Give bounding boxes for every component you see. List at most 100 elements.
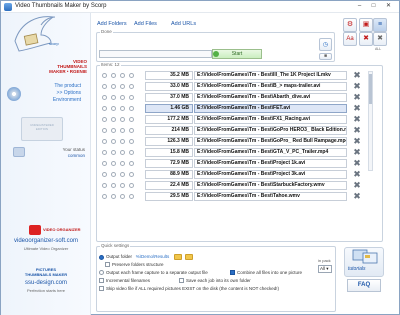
row-option-radio-3[interactable] [120,117,125,122]
output-folder-path[interactable]: %\Demo\Results [136,254,170,259]
remove-item-icon[interactable]: ✖ [352,103,362,113]
row-option-radio-2[interactable] [111,161,116,166]
row-option-radio-1[interactable] [102,183,107,188]
row-option-radio-4[interactable] [129,194,134,199]
stop-icon[interactable]: ■ [319,53,332,60]
row-option-radio-3[interactable] [120,139,125,144]
remove-item-icon[interactable]: ✖ [352,70,362,80]
row-option-radio-2[interactable] [111,106,116,111]
table-row[interactable]: 35.2 MB E:\Video\FromGames\Tm - Best\Ill_… [99,70,365,81]
incremental-checkbox[interactable] [99,278,104,284]
row-option-radio-4[interactable] [129,73,134,78]
maximize-button[interactable]: □ [369,3,378,10]
row-option-radio-3[interactable] [120,95,125,100]
save-own-checkbox[interactable] [179,278,184,284]
row-option-radio-1[interactable] [102,117,107,122]
row-option-radio-1[interactable] [102,161,107,166]
row-option-radio-2[interactable] [111,139,116,144]
table-row[interactable]: 15.8 MB E:\Video\FromGames\Tm - Best\GTA_… [99,147,365,158]
row-option-radio-4[interactable] [129,84,134,89]
pack-select[interactable]: All ▾ [318,265,332,273]
faq-button[interactable]: FAQ [347,279,381,292]
row-option-radio-1[interactable] [102,73,107,78]
row-option-radio-4[interactable] [129,150,134,155]
start-button[interactable]: Start [212,49,262,59]
row-option-radio-4[interactable] [129,128,134,133]
row-option-radio-2[interactable] [111,73,116,78]
row-option-radio-1[interactable] [102,139,107,144]
remove-item-icon[interactable]: ✖ [352,191,362,201]
output-folder-radio[interactable] [99,254,104,260]
row-option-radio-1[interactable] [102,194,107,199]
table-row[interactable]: 22.4 MB E:\Video\FromGames\Tm - Best\Star… [99,180,365,191]
tutorials-button[interactable] [344,247,384,277]
add-files-button[interactable]: Add Files [134,21,157,27]
pause-icon[interactable]: ◷ [319,38,332,51]
list-view-icon[interactable]: ≡ [373,18,387,32]
row-option-radio-3[interactable] [120,172,125,177]
row-option-radio-3[interactable] [120,194,125,199]
table-row[interactable]: 1.46 GB E:\Video\FromGames\Tm - Best\FET.… [99,103,365,114]
nav-environment[interactable]: Environment [11,97,81,104]
table-row[interactable]: 177.2 MB E:\Video\FromGames\Tm - Best\FX1… [99,114,365,125]
table-row[interactable]: 88.9 MB E:\Video\FromGames\Tm - Best\Proj… [99,169,365,180]
row-option-radio-4[interactable] [129,95,134,100]
status-value-link[interactable]: common [49,153,85,158]
table-row[interactable]: 29.5 MB E:\Video\FromGames\Tm - Best\Taho… [99,191,365,202]
row-option-radio-1[interactable] [102,84,107,89]
preserve-checkbox[interactable] [105,262,110,268]
row-option-radio-2[interactable] [111,128,116,133]
row-option-radio-3[interactable] [120,73,125,78]
open-output-icon[interactable]: ▣ [359,18,373,32]
row-option-radio-3[interactable] [120,150,125,155]
row-option-radio-4[interactable] [129,139,134,144]
row-option-radio-4[interactable] [129,172,134,177]
nav-the-product[interactable]: The product [11,83,81,90]
table-row[interactable]: 72.9 MB E:\Video\FromGames\Tm - Best\Proj… [99,158,365,169]
ssu-design-link[interactable]: ssu-design.com [5,280,87,286]
row-option-radio-4[interactable] [129,161,134,166]
remove-item-icon[interactable]: ✖ [352,158,362,168]
row-option-radio-1[interactable] [102,150,107,155]
row-option-radio-3[interactable] [120,161,125,166]
separate-radio[interactable] [99,270,104,276]
table-row[interactable]: 37.0 MB E:\Video\FromGames\Tm - Best\Abar… [99,92,365,103]
row-option-radio-2[interactable] [111,150,116,155]
row-option-radio-3[interactable] [120,106,125,111]
video-organizer-link[interactable]: videoorganizer-soft.com [5,238,87,244]
row-option-radio-2[interactable] [111,172,116,177]
table-row[interactable]: 126.3 MB E:\Video\FromGames\Tm - Best\GoP… [99,136,365,147]
row-option-radio-2[interactable] [111,117,116,122]
remove-item-icon[interactable]: ✖ [352,125,362,135]
row-option-radio-1[interactable] [102,128,107,133]
font-settings-icon[interactable]: Aa [343,32,357,46]
row-option-radio-4[interactable] [129,183,134,188]
add-urls-button[interactable]: Add URLs [171,21,196,27]
remove-item-icon[interactable]: ✖ [352,147,362,157]
row-option-radio-2[interactable] [111,194,116,199]
skip-checkbox[interactable] [99,286,104,292]
remove-item-icon[interactable]: ✖ [352,92,362,102]
nav-options[interactable]: >> Options [11,90,81,97]
remove-item-icon[interactable]: ✖ [352,169,362,179]
row-option-radio-2[interactable] [111,95,116,100]
browse-folder-icon[interactable] [173,254,182,260]
row-option-radio-1[interactable] [102,95,107,100]
remove-item-icon[interactable]: ✖ [352,136,362,146]
add-folders-button[interactable]: Add Folders [97,21,127,27]
combine-checkbox[interactable] [230,270,235,276]
row-option-radio-1[interactable] [102,106,107,111]
row-option-radio-2[interactable] [111,183,116,188]
remove-selected-icon[interactable]: ✖ [359,32,373,46]
row-option-radio-3[interactable] [120,183,125,188]
open-folder-icon[interactable] [184,254,193,260]
close-button[interactable]: ✕ [384,3,393,10]
row-option-radio-4[interactable] [129,106,134,111]
table-row[interactable]: 33.0 MB E:\Video\FromGames\Tm - Best\B_> … [99,81,365,92]
table-row[interactable]: 214 MB E:\Video\FromGames\Tm - Best\GoPro… [99,125,365,136]
row-option-radio-4[interactable] [129,117,134,122]
remove-all-icon[interactable]: ✖ [373,32,387,46]
remove-item-icon[interactable]: ✖ [352,180,362,190]
items-scrollbar[interactable] [368,71,373,171]
row-option-radio-3[interactable] [120,84,125,89]
